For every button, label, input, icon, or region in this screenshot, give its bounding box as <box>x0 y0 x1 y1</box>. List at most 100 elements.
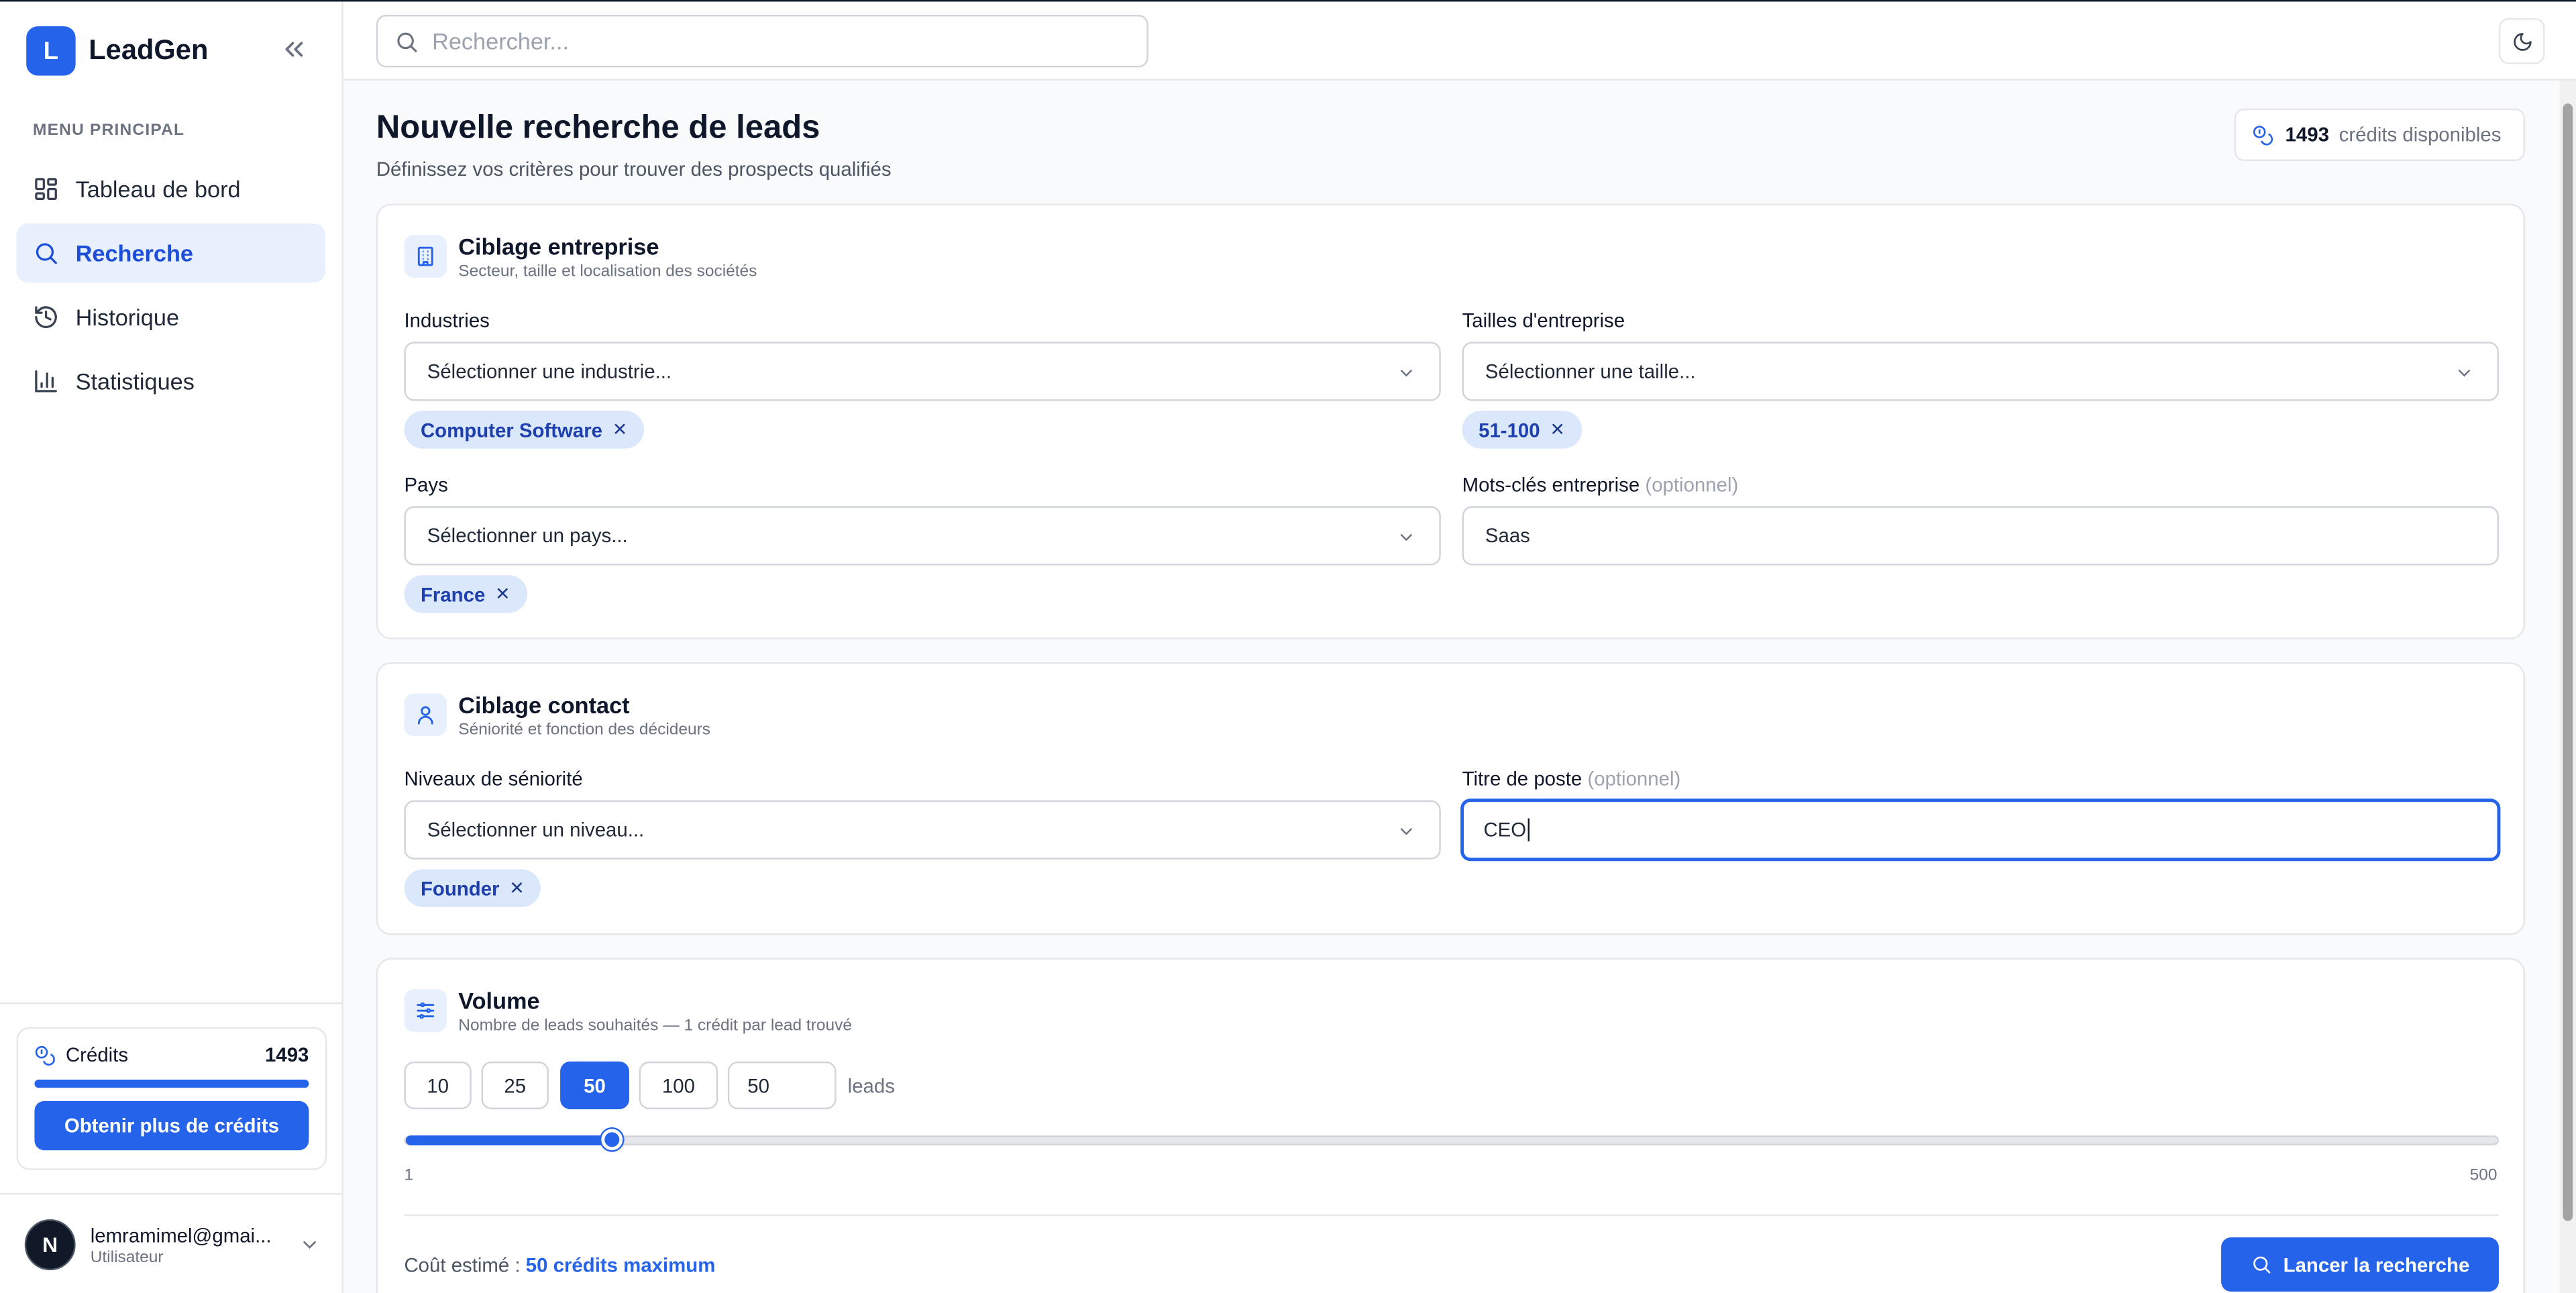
sliders-icon <box>417 1002 435 1019</box>
chip-label: France <box>420 582 486 606</box>
input-value: 50 <box>747 1074 770 1097</box>
optional-hint: (optionnel) <box>1587 767 1681 790</box>
card-subtitle: Séniorité et fonction des décideurs <box>458 721 711 740</box>
remove-chip-icon[interactable]: ✕ <box>495 583 511 605</box>
credits-title: Crédits <box>34 1043 128 1066</box>
optional-hint: (optionnel) <box>1645 473 1739 497</box>
sidebar: L LeadGen MENU PRINCIPAL Tableau de bord… <box>0 1 343 1293</box>
global-search[interactable] <box>376 15 1148 68</box>
sidebar-item-label: Recherche <box>75 240 193 266</box>
credits-progress-fill <box>34 1079 309 1088</box>
seniority-select[interactable]: Sélectionner un niveau... <box>404 800 1441 860</box>
field-label-text: Mots-clés entreprise <box>1462 473 1640 497</box>
card-icon-box <box>404 235 447 278</box>
volume-card: Volume Nombre de leads souhaités — 1 cré… <box>376 958 2526 1293</box>
slider-fill <box>405 1135 612 1145</box>
sidebar-item-statistics[interactable]: Statistiques <box>16 352 325 411</box>
search-icon <box>397 32 417 52</box>
credits-label: Crédits <box>65 1043 129 1067</box>
get-more-credits-button[interactable]: Obtenir plus de crédits <box>34 1100 309 1151</box>
slider-max-label: 500 <box>2469 1166 2498 1185</box>
card-icon-box <box>404 693 447 737</box>
slider-min-label: 1 <box>404 1166 414 1185</box>
country-label: Pays <box>404 473 448 497</box>
sidebar-divider <box>0 1192 343 1195</box>
chevron-down-icon <box>1400 370 1412 377</box>
job-title-input[interactable]: CEO <box>1460 798 2501 862</box>
volume-slider[interactable] <box>404 1129 2499 1151</box>
credits-available-count: 1493 <box>2285 123 2329 146</box>
volume-preset-button[interactable]: 100 <box>639 1062 718 1110</box>
card-title: Ciblage contact <box>458 692 630 719</box>
chevron-down-icon <box>1400 533 1412 541</box>
credits-available-badge: 1493 crédits disponibles <box>2234 108 2526 162</box>
theme-toggle-button[interactable] <box>2498 17 2545 64</box>
bar-chart-icon <box>35 370 57 393</box>
contact-targeting-card: Ciblage contact Séniorité et fonction de… <box>376 662 2526 935</box>
coins-icon <box>2253 125 2273 145</box>
user-icon <box>417 706 433 725</box>
main-content: Nouvelle recherche de leads Définissez v… <box>343 81 2560 1293</box>
industry-chip: Computer Software ✕ <box>404 411 644 449</box>
volume-preset-button[interactable]: 25 <box>481 1062 549 1110</box>
seniority-label: Niveaux de séniorité <box>404 767 583 790</box>
industries-placeholder: Sélectionner une industrie... <box>427 360 672 383</box>
card-title: Ciblage entreprise <box>458 233 659 260</box>
sidebar-item-label: Tableau de bord <box>75 176 241 203</box>
industries-select[interactable]: Sélectionner une industrie... <box>404 342 1441 401</box>
volume-custom-input[interactable]: 50 <box>727 1062 837 1110</box>
chevron-down-icon <box>1400 828 1412 835</box>
chip-label: Founder <box>420 876 500 900</box>
credits-progress-bar <box>34 1079 309 1088</box>
estimated-cost-value: 50 crédits maximum <box>525 1253 716 1277</box>
card-divider <box>404 1214 2499 1217</box>
company-targeting-card: Ciblage entreprise Secteur, taille et lo… <box>376 203 2526 639</box>
moon-icon <box>2512 32 2531 50</box>
text-caret <box>1527 818 1530 841</box>
input-value: Saas <box>1485 524 1530 548</box>
collapse-sidebar-icon[interactable] <box>279 34 309 64</box>
estimated-cost: Coût estimé : 50 crédits maximum <box>404 1254 715 1277</box>
search-icon <box>2253 1256 2270 1274</box>
sidebar-item-label: Statistiques <box>75 368 195 395</box>
sidebar-item-history[interactable]: Historique <box>16 288 325 347</box>
history-icon <box>35 306 57 328</box>
credits-count: 1493 <box>265 1043 309 1067</box>
seniority-placeholder: Sélectionner un niveau... <box>427 818 645 841</box>
user-menu[interactable]: N lemramimel@gmai... Utilisateur <box>24 1219 321 1271</box>
sidebar-item-search[interactable]: Recherche <box>16 223 325 283</box>
volume-preset-button-selected[interactable]: 50 <box>560 1062 629 1110</box>
volume-unit: leads <box>847 1074 895 1098</box>
remove-chip-icon[interactable]: ✕ <box>509 878 525 898</box>
logo-mark: L <box>26 26 76 76</box>
app-name: LeadGen <box>89 34 209 66</box>
credits-available-label: crédits disponibles <box>2339 123 2502 146</box>
country-select[interactable]: Sélectionner un pays... <box>404 506 1441 566</box>
chevron-down-icon <box>2458 370 2471 377</box>
remove-chip-icon[interactable]: ✕ <box>612 419 628 440</box>
volume-preset-button[interactable]: 10 <box>404 1062 472 1110</box>
card-subtitle: Secteur, taille et localisation des soci… <box>458 262 757 281</box>
app-logo[interactable]: L LeadGen <box>26 26 209 76</box>
search-input[interactable] <box>432 28 1122 54</box>
launch-search-button[interactable]: Lancer la recherche <box>2221 1237 2499 1292</box>
slider-thumb[interactable] <box>600 1129 623 1151</box>
country-chip: France ✕ <box>404 575 527 613</box>
user-info: lemramimel@gmai... Utilisateur <box>91 1223 272 1266</box>
company-size-chip: 51-100 ✕ <box>1462 411 1582 449</box>
company-sizes-select[interactable]: Sélectionner une taille... <box>1462 342 2499 401</box>
company-sizes-label: Tailles d'entreprise <box>1462 309 1625 332</box>
input-value: CEO <box>1483 818 1527 841</box>
industries-label: Industries <box>404 309 490 332</box>
company-keywords-input[interactable]: Saas <box>1462 506 2499 566</box>
country-placeholder: Sélectionner un pays... <box>427 524 628 548</box>
scrollbar-thumb[interactable] <box>2563 103 2573 1221</box>
main-scrollbar[interactable] <box>2559 81 2576 1293</box>
seniority-chip: Founder ✕ <box>404 869 541 907</box>
user-email: lemramimel@gmai... <box>90 1223 272 1247</box>
sidebar-item-dashboard[interactable]: Tableau de bord <box>16 160 325 219</box>
card-header: Ciblage entreprise Secteur, taille et lo… <box>404 234 757 281</box>
remove-chip-icon[interactable]: ✕ <box>1550 419 1565 440</box>
chip-label: 51-100 <box>1479 418 1540 442</box>
app-root: L LeadGen MENU PRINCIPAL Tableau de bord… <box>0 0 2576 1293</box>
